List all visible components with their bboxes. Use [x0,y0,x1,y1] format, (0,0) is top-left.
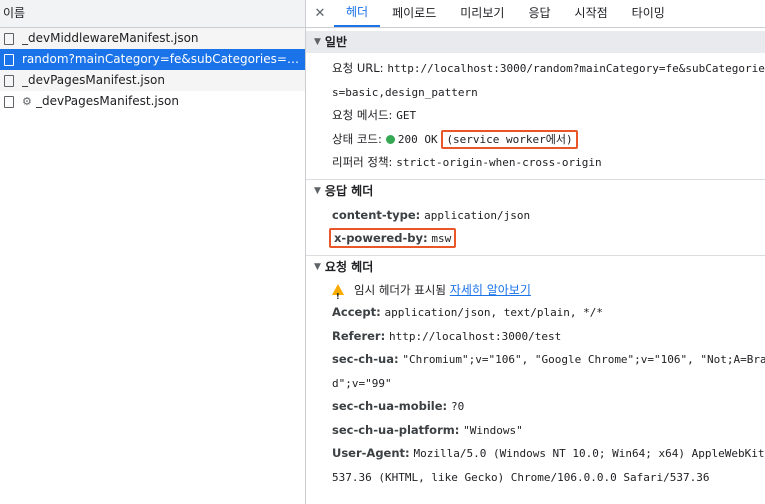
user-agent-value-cont: 537.36 (KHTML, like Gecko) Chrome/106.0.… [332,470,710,484]
response-headers-title: 응답 헤더 [324,183,374,198]
service-worker-note: (service worker에서) [441,129,578,149]
status-dot-icon [385,134,395,144]
triangle-down-icon: ▼ [314,261,321,272]
request-headers-header[interactable]: ▼ 요청 헤더 [306,256,765,278]
request-name: _devPagesManifest.json [36,94,179,108]
request-list-panel: 이름 _devMiddlewareManifest.json random?ma… [0,0,306,504]
tab-preview[interactable]: 미리보기 [448,0,516,27]
file-icon [4,32,14,45]
tab-initiator[interactable]: 시작점 [563,0,620,27]
referrer-policy-key: 리퍼러 정책: [332,155,393,169]
general-section: ▼ 일반 요청 URL: http://localhost:3000/rando… [306,31,765,175]
request-row[interactable]: _devMiddlewareManifest.json [0,28,305,49]
request-row[interactable]: ⚙ _devPagesManifest.json [0,91,305,112]
x-powered-by-key: x-powered-by: [334,231,428,245]
request-method-value: GET [396,109,417,122]
detail-tabs: ✕ 헤더 페이로드 미리보기 응답 시작점 타이밍 [306,0,765,28]
user-agent-value: Mozilla/5.0 (Windows NT 10.0; Win64; x64… [413,447,765,460]
referrer-policy-row: 리퍼러 정책: strict-origin-when-cross-origin [306,151,765,175]
learn-more-link[interactable]: 자세히 알아보기 [450,283,531,297]
request-headers-section: ▼ 요청 헤더 ! 임시 헤더가 표시됨 자세히 알아보기 Accept: app… [306,254,765,490]
request-url-value: http://localhost:3000/random?mainCategor… [387,62,765,75]
sec-ch-ua-mobile-value: ?0 [450,400,465,413]
request-row[interactable]: _devPagesManifest.json [0,70,305,91]
sec-ch-ua-value-cont: d";v="99" [332,376,392,390]
request-url-row: 요청 URL: http://localhost:3000/random?mai… [306,57,765,81]
provisional-warning-text: 임시 헤더가 표시됨 [354,282,446,297]
name-column-label: 이름 [3,6,26,20]
referer-value: http://localhost:3000/test [389,329,562,343]
general-section-header[interactable]: ▼ 일반 [306,31,765,53]
referer-key: Referer: [332,328,386,343]
x-powered-by-row: x-powered-by: msw [306,227,765,251]
request-method-key: 요청 메서드: [332,108,393,122]
name-column-header[interactable]: 이름 [0,0,305,28]
x-powered-by-highlight: x-powered-by: msw [329,228,457,248]
request-method-row: 요청 메서드: GET [306,104,765,128]
request-url-value-cont: s=basic,design_pattern [332,85,478,99]
sec-ch-ua-platform-row: sec-ch-ua-platform: "Windows" [306,419,765,443]
triangle-down-icon: ▼ [314,37,321,47]
sec-ch-ua-platform-value: "Windows" [463,423,523,437]
referer-row: Referer: http://localhost:3000/test [306,325,765,349]
tab-timing[interactable]: 타이밍 [620,0,677,27]
warning-icon: ! [332,283,344,301]
sec-ch-ua-key: sec-ch-ua: [332,352,399,366]
tab-response[interactable]: 응답 [516,0,562,27]
content-type-value: application/json [424,208,531,222]
request-url-row-cont: s=basic,design_pattern [306,81,765,105]
request-row-selected[interactable]: random?mainCategory=fe&subCategories=bas… [0,49,305,70]
user-agent-key: User-Agent: [332,446,410,460]
response-headers-header[interactable]: ▼ 응답 헤더 [306,180,765,202]
accept-value: application/json, text/plain, */* [384,306,604,319]
content-type-row: content-type: application/json [306,204,765,228]
sec-ch-ua-row-cont: d";v="99" [306,372,765,396]
tab-headers[interactable]: 헤더 [334,0,381,27]
request-name: random?mainCategory=fe&subCategories=bas… [22,52,305,66]
status-code-row: 상태 코드: 200 OK (service worker에서) [306,128,765,152]
close-icon[interactable]: ✕ [306,0,334,27]
file-icon [4,95,14,108]
triangle-down-icon: ▼ [314,185,321,196]
sec-ch-ua-mobile-key: sec-ch-ua-mobile: [332,399,448,413]
file-icon [4,74,14,87]
sec-ch-ua-value: "Chromium";v="106", "Google Chrome";v="1… [402,353,765,366]
content-type-key: content-type: [332,207,421,222]
x-powered-by-value: msw [431,232,452,245]
request-url-key: 요청 URL: [332,61,384,75]
user-agent-row-cont: 537.36 (KHTML, like Gecko) Chrome/106.0.… [306,466,765,490]
referrer-policy-value: strict-origin-when-cross-origin [396,156,602,169]
general-section-title: 일반 [324,35,348,49]
details-panel: ✕ 헤더 페이로드 미리보기 응답 시작점 타이밍 ▼ 일반 요청 URL: h… [306,0,765,504]
request-name: _devPagesManifest.json [22,73,165,87]
provisional-warning-row: ! 임시 헤더가 표시됨 자세히 알아보기 [306,279,765,302]
sec-ch-ua-row: sec-ch-ua: "Chromium";v="106", "Google C… [306,348,765,372]
request-headers-title: 요청 헤더 [324,259,374,274]
sec-ch-ua-platform-key: sec-ch-ua-platform: [332,422,460,437]
response-headers-section: ▼ 응답 헤더 content-type: application/json x… [306,178,765,251]
status-code-key: 상태 코드: [332,131,382,146]
user-agent-row: User-Agent: Mozilla/5.0 (Windows NT 10.0… [306,442,765,466]
request-name: _devMiddlewareManifest.json [22,31,199,45]
status-code-value: 200 OK [397,132,438,146]
accept-row: Accept: application/json, text/plain, */… [306,301,765,325]
file-icon [4,53,14,66]
sec-ch-ua-mobile-row: sec-ch-ua-mobile: ?0 [306,395,765,419]
tab-payload[interactable]: 페이로드 [380,0,448,27]
gear-icon: ⚙ [22,95,32,108]
